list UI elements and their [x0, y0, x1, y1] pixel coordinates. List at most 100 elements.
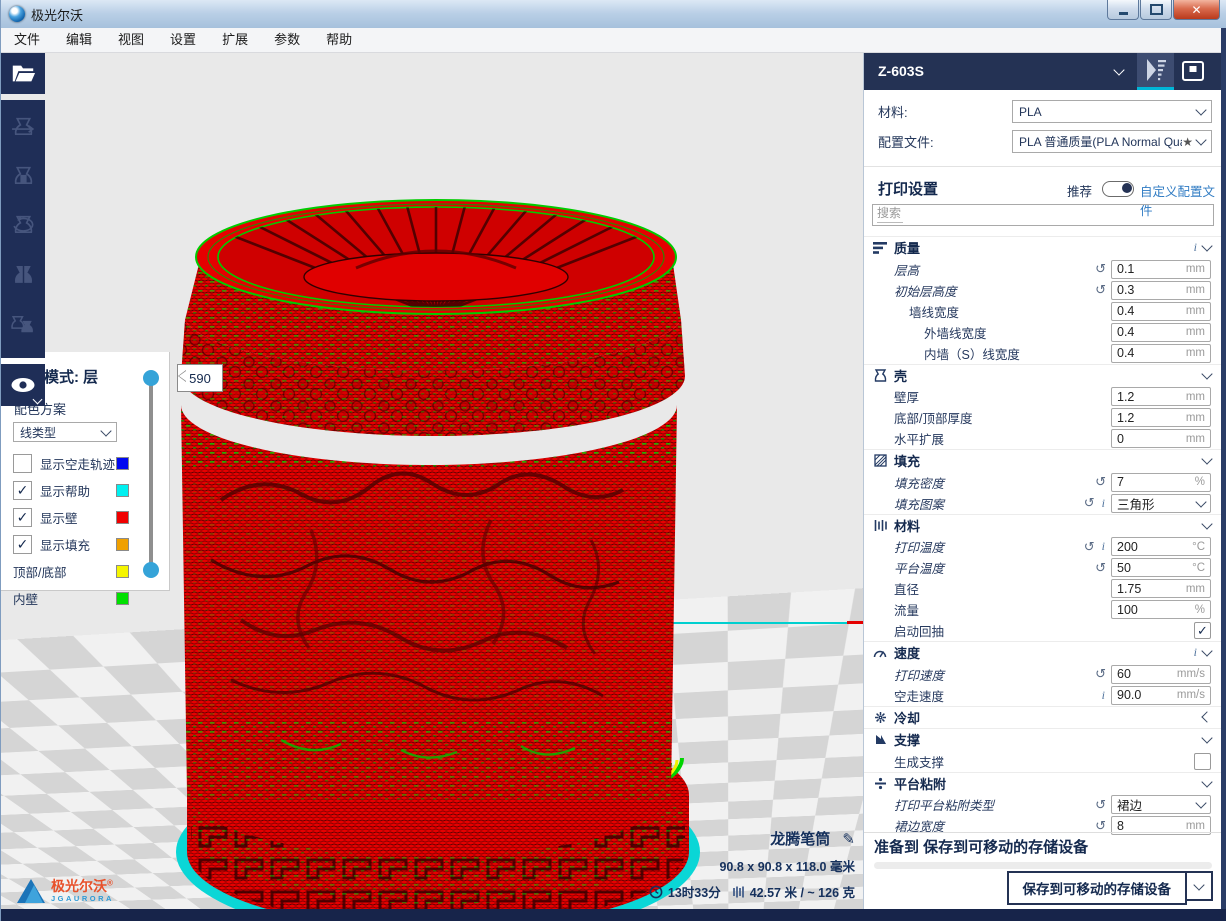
setting-checkbox[interactable]: [1194, 753, 1211, 770]
model-3d[interactable]: [161, 180, 706, 909]
setting-input[interactable]: 1.2mm: [1111, 408, 1211, 427]
info-icon[interactable]: i: [1102, 539, 1105, 554]
color-scheme-select[interactable]: 线类型: [13, 422, 117, 442]
section-title: 支撑: [894, 730, 920, 749]
preview-stage-button[interactable]: [1137, 52, 1174, 90]
legend-checkbox[interactable]: ✓: [13, 481, 32, 500]
mirror-tool[interactable]: [10, 264, 37, 293]
setting-select[interactable]: 三角形: [1111, 494, 1211, 513]
layer-slider-bottom-handle[interactable]: [143, 562, 159, 578]
reset-icon[interactable]: ↺: [1095, 797, 1106, 813]
menu-item-5[interactable]: 参数: [261, 28, 313, 52]
reset-icon[interactable]: ↺: [1095, 261, 1106, 277]
setting-input[interactable]: 200°C: [1111, 537, 1211, 556]
open-folder-icon: [10, 62, 36, 84]
move-tool[interactable]: [10, 116, 37, 145]
recommended-custom-toggle[interactable]: [1102, 181, 1134, 197]
app-logo-icon: [9, 6, 25, 22]
edit-name-icon[interactable]: ✎: [842, 831, 855, 848]
material-select[interactable]: PLA: [1012, 100, 1212, 123]
info-icon[interactable]: i: [1194, 645, 1197, 660]
reset-icon[interactable]: ↺: [1084, 539, 1095, 555]
menu-item-1[interactable]: 编辑: [53, 28, 105, 52]
setting-label: 内墙（S）线宽度: [864, 344, 1020, 363]
menu-item-0[interactable]: 文件: [1, 28, 53, 52]
chevron-down-icon: [1195, 134, 1206, 145]
profile-select[interactable]: PLA 普通质量(PLA Normal Qua ★: [1012, 130, 1212, 153]
section-header-7[interactable]: 平台粘附: [864, 772, 1221, 795]
setting-checkbox[interactable]: ✓: [1194, 622, 1211, 639]
chevron-down-icon: [1201, 454, 1212, 465]
brand-logo: 极光尔沃® JGAURORA: [17, 879, 114, 903]
section-header-0[interactable]: 质量i: [864, 236, 1221, 259]
setting-input[interactable]: 1.2mm: [1111, 387, 1211, 406]
setting-input[interactable]: 100%: [1111, 600, 1211, 619]
setting-input[interactable]: 0.4mm: [1111, 302, 1211, 321]
profile-label: 配置文件:: [878, 132, 934, 151]
reset-icon[interactable]: ↺: [1084, 495, 1095, 511]
reset-icon[interactable]: ↺: [1095, 474, 1106, 490]
setting-row: 流量100%: [864, 599, 1221, 620]
settings-search-input[interactable]: 搜索: [872, 204, 1214, 226]
reset-icon[interactable]: ↺: [1095, 560, 1106, 576]
section-header-2[interactable]: 填充: [864, 449, 1221, 472]
progress-bar: [874, 862, 1212, 869]
maximize-button[interactable]: [1140, 0, 1172, 20]
scale-tool[interactable]: [10, 165, 37, 194]
legend-checkbox[interactable]: ✓: [13, 508, 32, 527]
infill-icon: [872, 454, 888, 468]
setting-row: 层高↺0.1mm: [864, 259, 1221, 280]
viewport-3d[interactable]: 视图模式: 层 配色方案 线类型 显示空走轨迹✓显示帮助✓显示壁✓显示填充顶部/…: [1, 52, 863, 909]
legend-checkbox[interactable]: ✓: [13, 535, 32, 554]
setting-input[interactable]: 50°C: [1111, 558, 1211, 577]
menu-item-3[interactable]: 设置: [157, 28, 209, 52]
setting-input[interactable]: 7%: [1111, 473, 1211, 492]
eye-icon: [9, 376, 37, 395]
rotate-tool[interactable]: [10, 214, 37, 243]
layer-slider-top-handle[interactable]: [143, 370, 159, 386]
chevron-down-icon: [1201, 646, 1212, 657]
layer-legend: 显示空走轨迹✓显示帮助✓显示壁✓显示填充顶部/底部内壁: [1, 450, 169, 612]
minimize-button[interactable]: [1107, 0, 1139, 20]
setting-select[interactable]: 裙边: [1111, 795, 1211, 814]
printer-select[interactable]: Z-603S: [878, 63, 1115, 79]
open-file-button[interactable]: [1, 52, 45, 94]
settings-panel: Z-603S 材料: PLA: [863, 52, 1221, 909]
view-mode-button[interactable]: [1, 364, 45, 406]
monitor-stage-button[interactable]: [1174, 52, 1211, 90]
print-settings-title: 打印设置: [878, 178, 938, 199]
setting-input[interactable]: 0.3mm: [1111, 281, 1211, 300]
setting-input[interactable]: 0mm: [1111, 429, 1211, 448]
info-icon[interactable]: i: [1194, 240, 1197, 255]
legend-checkbox[interactable]: [13, 454, 32, 473]
per-model-settings-tool[interactable]: [9, 313, 38, 342]
menu-item-4[interactable]: 扩展: [209, 28, 261, 52]
app-window: 极光尔沃 ✕ 文件编辑视图设置扩展参数帮助: [0, 0, 1226, 921]
section-header-1[interactable]: 壳: [864, 364, 1221, 387]
legend-label: 内壁: [13, 589, 116, 608]
menu-item-2[interactable]: 视图: [105, 28, 157, 52]
section-header-4[interactable]: 速度 i: [864, 641, 1221, 664]
title-bar: 极光尔沃 ✕: [1, 0, 1226, 28]
reset-icon[interactable]: ↺: [1095, 666, 1106, 682]
setting-row: 水平扩展0mm: [864, 428, 1221, 449]
setting-input[interactable]: 0.1mm: [1111, 260, 1211, 279]
setting-input[interactable]: 0.4mm: [1111, 344, 1211, 363]
close-button[interactable]: ✕: [1173, 0, 1220, 20]
info-icon[interactable]: i: [1102, 496, 1105, 511]
info-icon[interactable]: i: [1102, 688, 1105, 703]
menu-item-6[interactable]: 帮助: [313, 28, 365, 52]
save-options-dropdown[interactable]: [1187, 871, 1213, 901]
setting-input[interactable]: 90.0mm/s: [1111, 686, 1211, 705]
section-title: 速度: [894, 643, 920, 662]
layer-slider-track[interactable]: [149, 378, 153, 570]
setting-input[interactable]: 1.75mm: [1111, 579, 1211, 598]
section-header-6[interactable]: 支撑: [864, 728, 1221, 751]
save-to-removable-button[interactable]: 保存到可移动的存储设备: [1007, 871, 1188, 905]
setting-input[interactable]: 0.4mm: [1111, 323, 1211, 342]
section-header-3[interactable]: 材料: [864, 514, 1221, 537]
setting-input[interactable]: 60mm/s: [1111, 665, 1211, 684]
section-header-5[interactable]: 冷却: [864, 706, 1221, 729]
search-placeholder: 搜索: [877, 204, 903, 223]
reset-icon[interactable]: ↺: [1095, 282, 1106, 298]
